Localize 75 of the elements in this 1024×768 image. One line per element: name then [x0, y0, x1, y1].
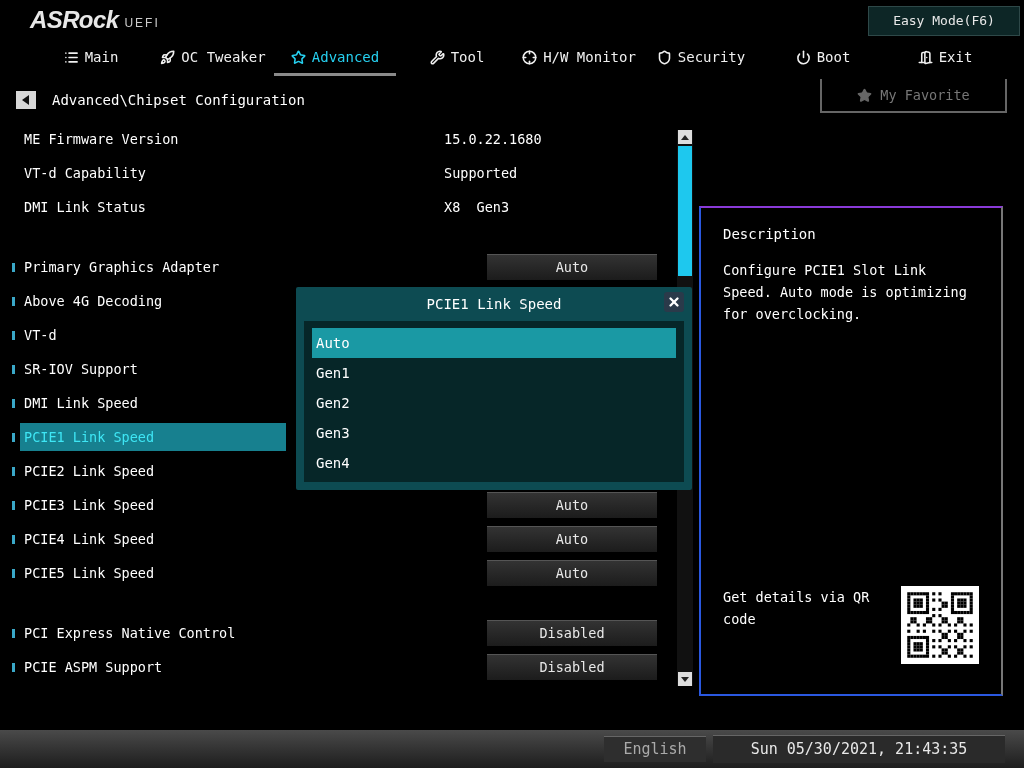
language-button[interactable]: English [604, 736, 706, 762]
setting-value-button[interactable]: Disabled [487, 620, 657, 646]
setting-label[interactable]: PCIE ASPM Support [20, 653, 286, 681]
star-icon [290, 50, 306, 65]
description-text: Configure PCIE1 Slot Link Speed. Auto mode is optimizing for overclocking. [723, 261, 968, 324]
setting-value-button[interactable]: Auto [487, 254, 657, 280]
option-item[interactable]: Gen2 [312, 388, 676, 418]
rocket-icon [160, 50, 176, 65]
door-icon [917, 50, 933, 65]
row-marker-icon [12, 432, 15, 442]
row-marker-icon [12, 262, 15, 272]
nav-tab[interactable]: Boot [762, 42, 884, 76]
nav-tab[interactable]: H/W Monitor [518, 42, 640, 76]
option-item[interactable]: Gen4 [312, 448, 676, 478]
row-marker-icon [12, 466, 15, 476]
nav-tab[interactable]: OC Tweaker [152, 42, 274, 76]
product-label: UEFI [124, 15, 160, 32]
back-arrow-icon [22, 95, 30, 105]
scroll-up-icon[interactable] [678, 130, 692, 144]
nav-tab[interactable]: Exit [884, 42, 1006, 76]
option-item[interactable]: Gen1 [312, 358, 676, 388]
setting-label[interactable]: PCIE5 Link Speed [20, 559, 286, 587]
setting-label[interactable]: SR-IOV Support [20, 355, 286, 383]
setting-value-button[interactable]: Auto [487, 526, 657, 552]
nav-tab[interactable]: Advanced [274, 42, 396, 76]
setting-label[interactable]: DMI Link Speed [20, 389, 286, 417]
info-label: DMI Link Status [23, 197, 147, 217]
dialog-title: PCIE1 Link Speed [426, 294, 562, 314]
option-item[interactable]: Gen3 [312, 418, 676, 448]
setting-label[interactable]: PCI Express Native Control [20, 619, 286, 647]
nav-tab[interactable]: Security [640, 42, 762, 76]
setting-label[interactable]: Primary Graphics Adapter [20, 253, 286, 281]
setting-label[interactable]: Above 4G Decoding [20, 287, 286, 315]
qr-code-icon [901, 586, 979, 664]
scroll-thumb[interactable] [678, 146, 692, 276]
setting-label[interactable]: PCIE4 Link Speed [20, 525, 286, 553]
info-label: ME Firmware Version [23, 129, 180, 149]
breadcrumb-path: Advanced\Chipset Configuration [52, 90, 305, 110]
row-marker-icon [12, 330, 15, 340]
nav-tab[interactable]: Main [30, 42, 152, 76]
power-icon [795, 50, 811, 65]
info-label: VT-d Capability [23, 163, 147, 183]
description-title: Description [723, 225, 817, 244]
nav-tab[interactable]: Tool [396, 42, 518, 76]
setting-value-button[interactable]: Auto [487, 492, 657, 518]
row-marker-icon [12, 628, 15, 638]
setting-label[interactable]: VT-d [20, 321, 286, 349]
row-marker-icon [12, 500, 15, 510]
crosshair-icon [522, 50, 538, 65]
wrench-icon [429, 50, 445, 65]
info-value: Supported [444, 163, 518, 183]
setting-label[interactable]: PCIE2 Link Speed [20, 457, 286, 485]
qr-caption: Get details via QR code [723, 588, 871, 629]
setting-value-button[interactable]: Auto [487, 560, 657, 586]
my-favorite-button[interactable]: My Favorite [820, 79, 1007, 113]
row-marker-icon [12, 364, 15, 374]
back-button[interactable] [16, 91, 36, 109]
scroll-down-icon[interactable] [678, 672, 692, 686]
list-icon [63, 50, 79, 65]
row-marker-icon [12, 296, 15, 306]
datetime-display: Sun 05/30/2021, 21:43:35 [713, 735, 1005, 763]
row-marker-icon [12, 662, 15, 672]
brand-logo: ASRock [30, 8, 119, 32]
info-value: X8 Gen3 [444, 197, 510, 217]
setting-label[interactable]: PCIE3 Link Speed [20, 491, 286, 519]
close-button[interactable] [664, 292, 684, 312]
setting-value-button[interactable]: Disabled [487, 654, 657, 680]
star-icon [857, 87, 873, 103]
close-icon [667, 295, 681, 309]
row-marker-icon [12, 398, 15, 408]
row-marker-icon [12, 568, 15, 578]
info-value: 15.0.22.1680 [444, 129, 542, 149]
easy-mode-button[interactable]: Easy Mode(F6) [868, 6, 1020, 36]
shield-icon [656, 50, 672, 65]
row-marker-icon [12, 534, 15, 544]
